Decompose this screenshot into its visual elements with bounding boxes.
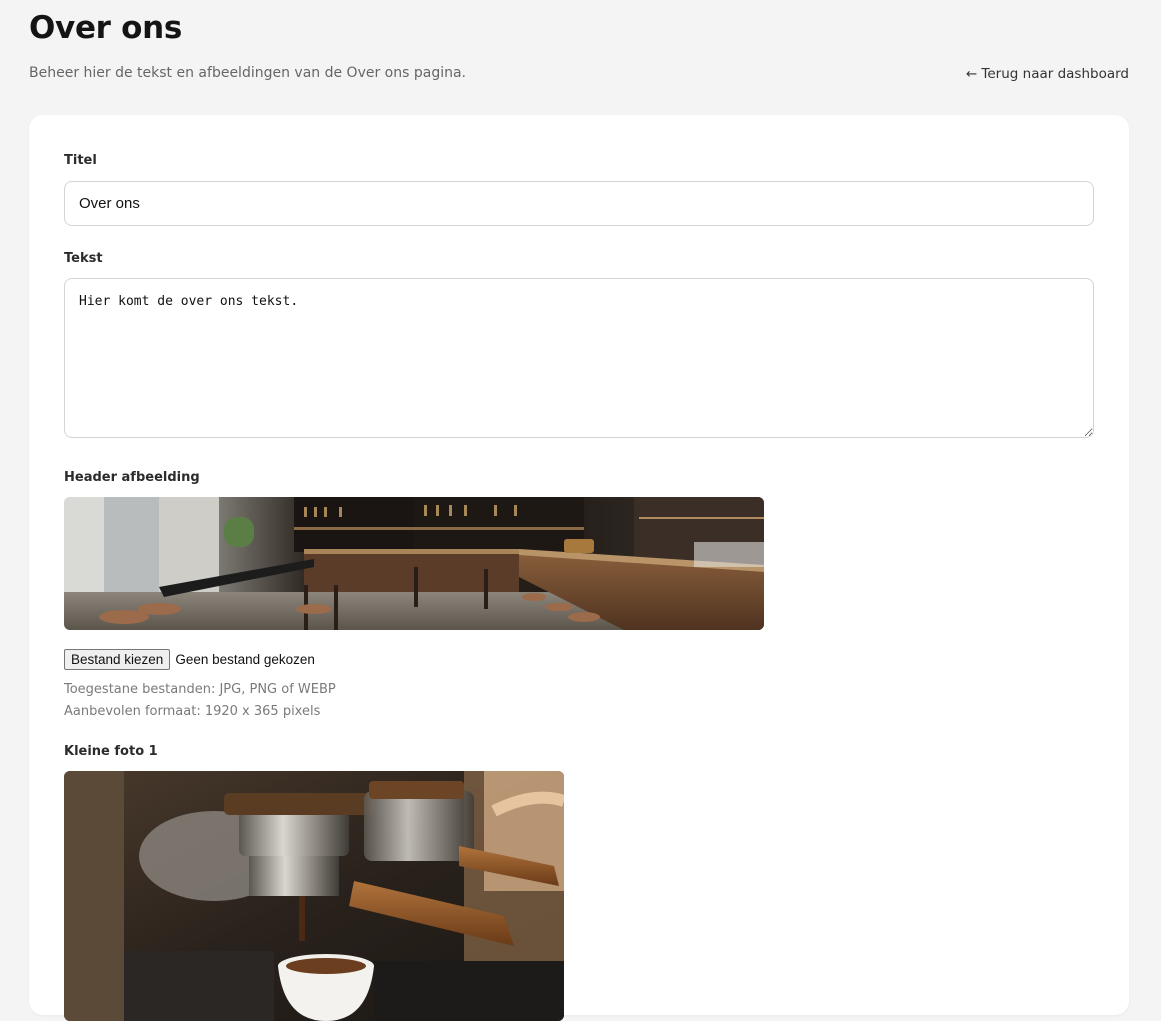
form-card: Titel Tekst Hier komt de over ons tekst.… [29,115,1129,1021]
text-label: Tekst [64,251,103,266]
title-label: Titel [64,153,97,168]
title-input[interactable] [64,181,1094,226]
page: Over ons Beheer hier de tekst en afbeeld… [0,0,1161,1021]
header-image-label: Header afbeelding [64,470,200,485]
page-title: Over ons [29,10,183,46]
page-subtitle: Beheer hier de tekst en afbeeldingen van… [29,65,467,81]
text-textarea[interactable]: Hier komt de over ons tekst. [64,278,1094,438]
choose-file-button[interactable]: Bestand kiezen [64,649,171,670]
header-image-preview [64,497,764,630]
small-photo-1-preview [64,771,564,1021]
back-to-dashboard-link[interactable]: ← Terug naar dashboard [966,66,1129,82]
espresso-machine-image [64,771,564,1021]
cafe-interior-image [64,497,764,630]
allowed-files-help: Toegestane bestanden: JPG, PNG of WEBP [64,682,336,697]
file-upload-row: Bestand kiezen Geen bestand gekozen [64,649,315,670]
small-photo-1-label: Kleine foto 1 [64,744,158,759]
recommended-format-help: Aanbevolen formaat: 1920 x 365 pixels [64,704,321,719]
file-status: Geen bestand gekozen [175,652,315,667]
